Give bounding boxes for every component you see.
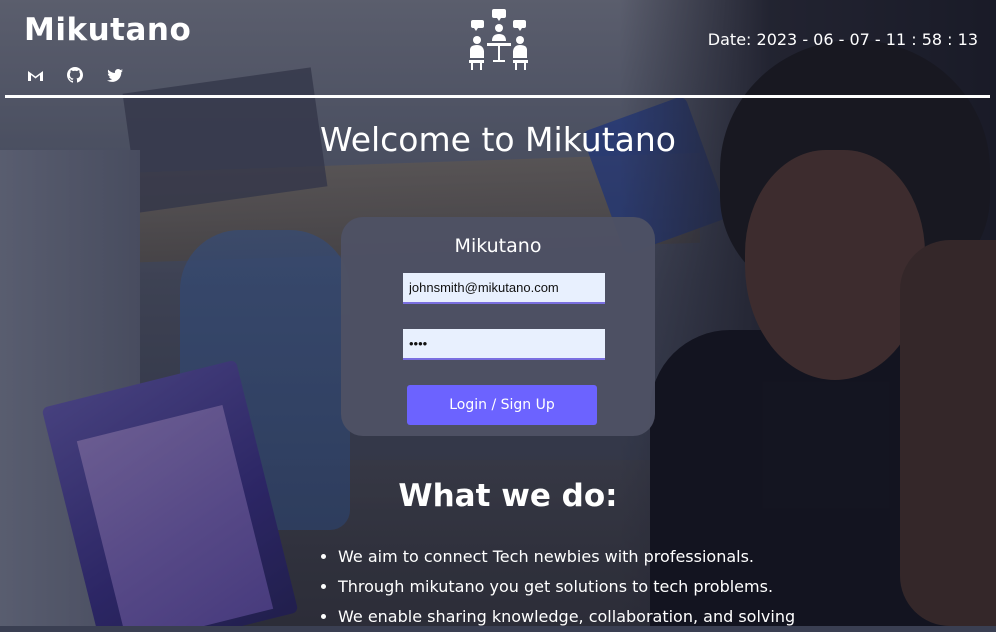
twitter-icon[interactable] bbox=[106, 66, 124, 84]
date-time-display: Date: 2023 - 06 - 07 - 11 : 58 : 13 bbox=[707, 30, 978, 49]
password-input[interactable] bbox=[403, 329, 605, 360]
list-item: Through mikutano you get solutions to te… bbox=[338, 572, 795, 602]
list-item: We enable sharing knowledge, collaborati… bbox=[338, 602, 795, 632]
social-links bbox=[26, 66, 124, 84]
meeting-people-icon bbox=[467, 8, 529, 72]
login-card-title: Mikutano bbox=[454, 235, 542, 257]
list-item: We aim to connect Tech newbies with prof… bbox=[338, 542, 795, 572]
welcome-heading: Welcome to Mikutano bbox=[320, 120, 676, 159]
site-header: Mikutano Date: 2023 - 06 - 07 - 11: 58 … bbox=[0, 0, 996, 100]
brand-name: Mikutano bbox=[24, 12, 192, 48]
gmail-icon[interactable] bbox=[26, 66, 44, 84]
login-signup-button[interactable]: Login / Sign Up bbox=[407, 385, 597, 425]
what-we-do-list: We aim to connect Tech newbies with prof… bbox=[318, 542, 795, 632]
header-divider bbox=[5, 95, 990, 98]
github-icon[interactable] bbox=[66, 66, 84, 84]
email-input[interactable] bbox=[403, 273, 605, 304]
what-we-do-heading: What we do: bbox=[398, 478, 618, 514]
login-card: Mikutano Login / Sign Up bbox=[341, 217, 655, 436]
